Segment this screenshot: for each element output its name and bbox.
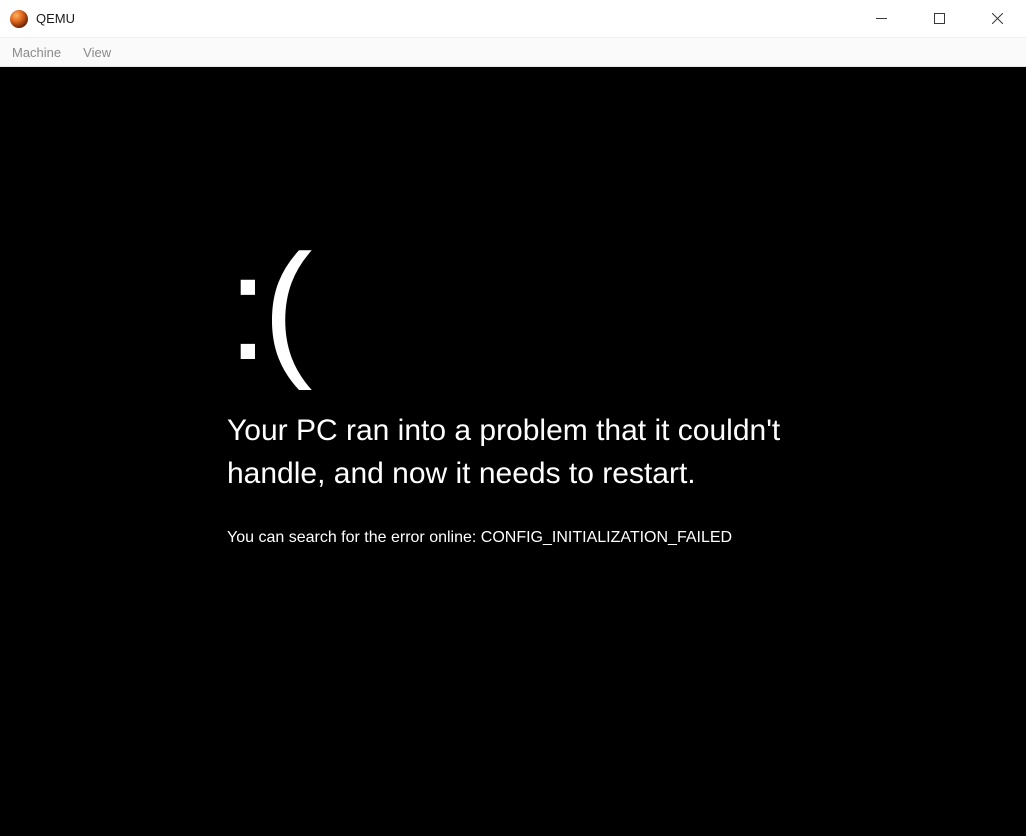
maximize-icon <box>934 13 945 24</box>
menubar: Machine View <box>0 38 1026 67</box>
minimize-button[interactable] <box>852 0 910 37</box>
minimize-icon <box>876 13 887 24</box>
window-titlebar: QEMU <box>0 0 1026 38</box>
window-title: QEMU <box>36 11 75 26</box>
close-icon <box>992 13 1003 24</box>
qemu-app-icon <box>10 10 28 28</box>
window-controls <box>852 0 1026 37</box>
close-button[interactable] <box>968 0 1026 37</box>
crash-screen: :( Your PC ran into a problem that it co… <box>227 232 966 547</box>
maximize-button[interactable] <box>910 0 968 37</box>
crash-error-detail: You can search for the error online: CON… <box>227 529 966 547</box>
guest-display: :( Your PC ran into a problem that it co… <box>0 67 1026 836</box>
sad-face-icon: :( <box>227 232 966 382</box>
crash-message: Your PC ran into a problem that it could… <box>227 410 847 495</box>
menu-machine[interactable]: Machine <box>8 43 65 62</box>
menu-view[interactable]: View <box>79 43 115 62</box>
